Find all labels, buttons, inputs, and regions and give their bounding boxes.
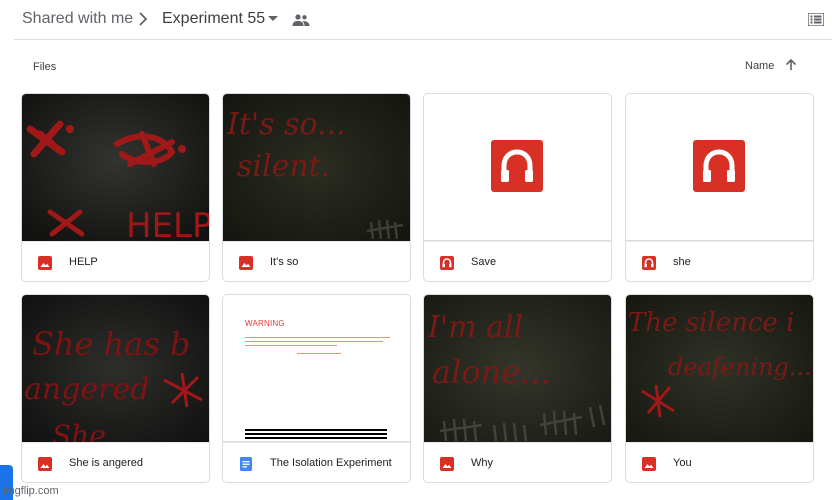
file-title: She is angered: [69, 457, 143, 469]
image-icon: [642, 457, 656, 471]
top-bar: Shared with me Experiment 55: [0, 0, 832, 40]
file-thumbnail: HELP: [22, 94, 209, 241]
headphones-app-icon: [642, 256, 656, 270]
image-icon: [38, 457, 52, 471]
file-thumbnail: [424, 94, 611, 241]
file-card[interactable]: I'm all alone... Why: [423, 294, 612, 483]
thumbnail-scrawl: The silence i: [628, 308, 794, 338]
file-card[interactable]: The silence i deafening... You: [625, 294, 814, 483]
thumbnail-scrawl: angered: [24, 372, 149, 407]
file-card[interactable]: It's so... silent. It's so: [222, 93, 411, 282]
list-view-icon[interactable]: [808, 13, 824, 26]
file-card-footer: The Isolation Experiment: [223, 442, 410, 482]
file-title: You: [673, 457, 692, 469]
file-thumbnail: The silence i deafening...: [626, 295, 813, 442]
section-label-files: Files: [33, 61, 57, 73]
thumbnail-scrawl: silent.: [237, 149, 330, 184]
file-thumbnail: WARNING: [223, 295, 410, 442]
thumbnail-scrawl: HELP: [126, 206, 209, 241]
people-icon: [292, 14, 310, 26]
file-title: Why: [471, 457, 493, 469]
sort-by-name-button[interactable]: Name: [745, 60, 774, 72]
file-title: The Isolation Experiment: [270, 457, 392, 469]
header-divider: [14, 39, 832, 40]
file-thumbnail: She has b angered She ...: [22, 295, 209, 442]
file-thumbnail: It's so... silent.: [223, 94, 410, 241]
headphones-app-icon: [491, 140, 543, 192]
breadcrumb-current-folder[interactable]: Experiment 55: [162, 10, 265, 28]
file-title: Save: [471, 256, 497, 268]
file-card-footer: Why: [424, 442, 611, 482]
headphones-app-icon: [693, 140, 745, 192]
chevron-right-icon: [139, 12, 148, 26]
file-card-footer: Save: [424, 241, 611, 281]
file-card-footer: She is angered: [22, 442, 209, 482]
file-card[interactable]: she: [625, 93, 814, 282]
image-icon: [38, 256, 52, 270]
watermark-text: imgflip.com: [3, 485, 59, 497]
document-text-line: [245, 341, 383, 342]
file-title: she: [673, 256, 691, 268]
file-card[interactable]: She has b angered She ... She is angered: [21, 294, 210, 483]
file-title: It's so: [270, 256, 299, 268]
document-text-line: [297, 353, 341, 354]
thumbnail-scrawl: deafening...: [668, 353, 812, 381]
file-card[interactable]: Save: [423, 93, 612, 282]
file-card-footer: she: [626, 241, 813, 281]
redaction-bars: [245, 429, 387, 441]
image-icon: [440, 457, 454, 471]
image-icon: [239, 256, 253, 270]
thumbnail-scrawl: It's so...: [226, 107, 346, 142]
docs-icon: [240, 457, 252, 471]
headphones-app-icon: [440, 256, 454, 270]
breadcrumb-shared-with-me[interactable]: Shared with me: [22, 10, 133, 28]
thumbnail-scrawl: She ...: [52, 419, 141, 442]
file-card-footer: It's so: [223, 241, 410, 281]
thumbnail-scrawl: alone...: [432, 353, 551, 391]
file-card-footer: HELP: [22, 241, 209, 281]
file-thumbnail: I'm all alone...: [424, 295, 611, 442]
caret-down-icon[interactable]: [268, 16, 278, 21]
document-text-line: [245, 337, 390, 338]
thumbnail-scrawl: I'm all: [427, 310, 523, 345]
document-text-line: [245, 345, 337, 346]
file-card[interactable]: WARNING The Isolation Experiment: [222, 294, 411, 483]
file-thumbnail: [626, 94, 813, 241]
thumbnail-scrawl: She has b: [32, 325, 190, 363]
file-title: HELP: [69, 256, 98, 268]
file-card-footer: You: [626, 442, 813, 482]
arrow-up-icon[interactable]: [784, 58, 798, 72]
document-heading: WARNING: [245, 319, 285, 328]
file-card[interactable]: HELP HELP: [21, 93, 210, 282]
